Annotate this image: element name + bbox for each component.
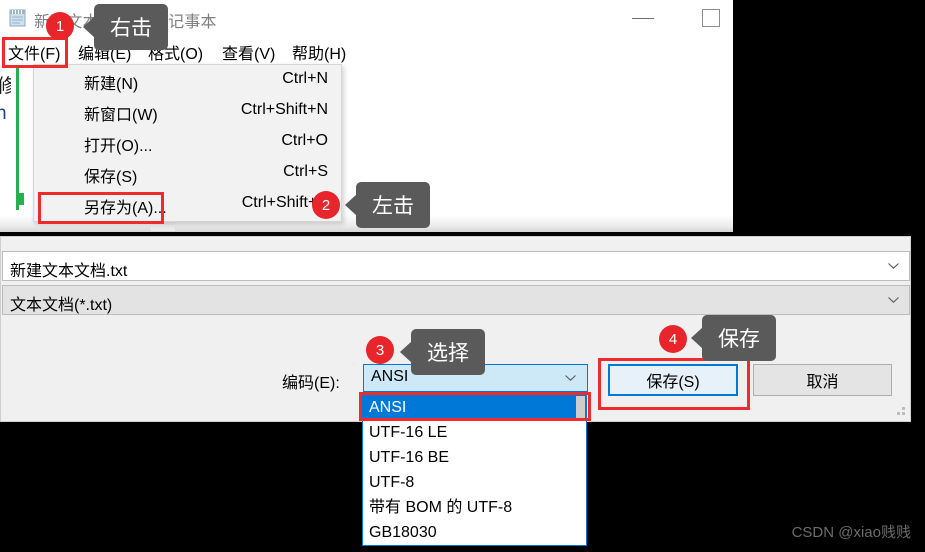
dropdown-scrollbar-thumb[interactable] <box>576 396 585 418</box>
step-badge-4: 4 <box>659 325 687 353</box>
editor-green-marker-tick <box>16 193 24 205</box>
chevron-down-icon[interactable] <box>888 263 899 269</box>
menu-item-shortcut: Ctrl+S <box>283 163 328 180</box>
menu-item-label: 保存(S) <box>84 169 138 186</box>
encoding-option-utf8-bom[interactable]: 带有 BOM 的 UTF-8 <box>363 495 586 520</box>
callout-step-3: 选择 <box>400 329 485 375</box>
encoding-label: 编码(E): <box>282 375 340 392</box>
chevron-down-icon[interactable] <box>565 375 576 381</box>
encoding-option-utf16le[interactable]: UTF-16 LE <box>363 420 586 445</box>
encoding-selected-value: ANSI <box>371 368 409 385</box>
menu-item-label: 另存为(A)... <box>84 200 167 217</box>
encoding-dropdown-list[interactable]: ANSI UTF-16 LE UTF-16 BE UTF-8 带有 BOM 的 … <box>362 394 587 546</box>
menubar-item-view[interactable]: 查看(V) <box>222 40 275 64</box>
filename-input[interactable]: 新建文本文档.txt <box>2 251 910 281</box>
encoding-option-utf8[interactable]: UTF-8 <box>363 470 586 495</box>
filename-value: 新建文本文档.txt <box>10 263 128 280</box>
menubar-item-help[interactable]: 帮助(H) <box>292 40 346 64</box>
step-badge-3: 3 <box>366 336 394 364</box>
maximize-button[interactable] <box>690 0 733 37</box>
menu-item-label: 新建(N) <box>84 76 139 93</box>
save-button[interactable]: 保存(S) <box>608 364 738 396</box>
menu-item-label: 打开(O)... <box>84 138 153 155</box>
menubar-item-file[interactable]: 文件(F) <box>8 40 60 64</box>
minimize-button[interactable] <box>620 0 666 37</box>
menu-item-shortcut: Ctrl+O <box>281 132 328 149</box>
editor-text-fragment: h <box>0 103 7 124</box>
menu-item-new[interactable]: 新建(N) Ctrl+N <box>34 66 341 97</box>
notepad-scrollbar-nub[interactable] <box>151 222 175 231</box>
editor-green-marker <box>16 65 19 210</box>
encoding-option-utf16be[interactable]: UTF-16 BE <box>363 445 586 470</box>
menu-item-save[interactable]: 保存(S) Ctrl+S <box>34 159 341 190</box>
menu-item-label: 新窗口(W) <box>84 107 158 124</box>
notepad-icon <box>8 8 28 28</box>
file-menu-popup: 新建(N) Ctrl+N 新窗口(W) Ctrl+Shift+N 打开(O)..… <box>33 64 342 222</box>
cancel-button[interactable]: 取消 <box>753 364 892 396</box>
watermark: CSDN @xiao贱贱 <box>791 524 911 541</box>
menu-item-shortcut: Ctrl+N <box>282 70 328 87</box>
filetype-combobox[interactable]: 文本文档(*.txt) <box>2 285 910 315</box>
filetype-value: 文本文档(*.txt) <box>10 297 113 314</box>
callout-step-1: 右击 <box>83 4 168 50</box>
menu-item-open[interactable]: 打开(O)... Ctrl+O <box>34 128 341 159</box>
menu-item-save-as[interactable]: 另存为(A)... Ctrl+Shift+S <box>34 190 341 221</box>
resize-grip[interactable] <box>896 407 906 417</box>
step-badge-1: 1 <box>46 12 74 40</box>
menu-item-shortcut: Ctrl+Shift+N <box>240 101 328 118</box>
encoding-option-gb18030[interactable]: GB18030 <box>363 520 586 545</box>
maximize-icon <box>702 9 720 27</box>
callout-step-2: 左击 <box>345 182 430 228</box>
chevron-down-icon[interactable] <box>888 297 899 303</box>
menu-item-new-window[interactable]: 新窗口(W) Ctrl+Shift+N <box>34 97 341 128</box>
encoding-option-ansi[interactable]: ANSI <box>363 395 586 420</box>
minimize-icon <box>632 18 654 19</box>
editor-text-fragment: 修 <box>0 76 11 97</box>
callout-step-4: 保存 <box>691 315 776 361</box>
screenshot-root: 新建文本文档.txt - 记事本 文件(F) 编辑(E) 格式(O) 查看(V)… <box>0 0 925 552</box>
step-badge-2: 2 <box>312 191 340 219</box>
